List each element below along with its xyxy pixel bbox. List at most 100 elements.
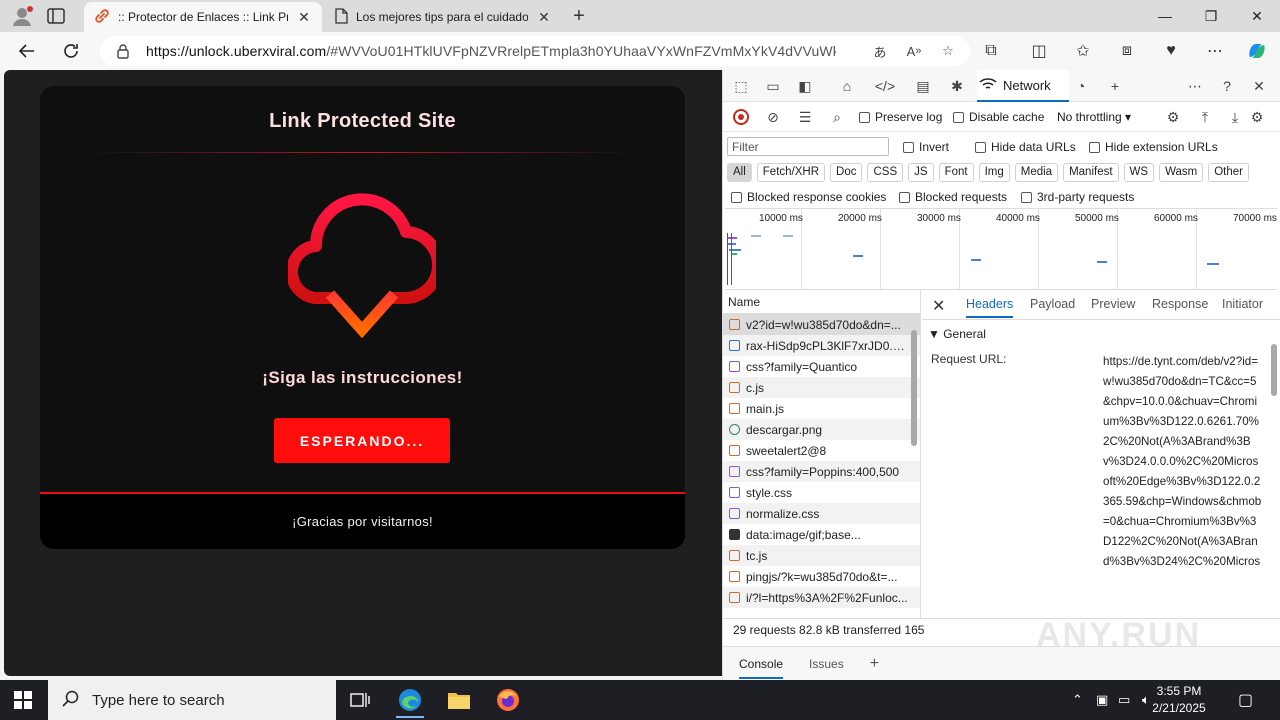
sources-bug-icon[interactable]: ✱ [947,77,967,95]
tab-headers[interactable]: Headers [966,297,1014,318]
export-har-icon[interactable]: ⤓ [1225,108,1245,126]
profile-icon[interactable] [10,5,34,27]
filter-ws[interactable]: WS [1123,162,1155,182]
close-details-icon[interactable]: ✕ [932,296,945,316]
minimize-icon[interactable]: — [1142,4,1188,28]
system-clock[interactable]: 3:55 PM 2/21/2025 [1140,683,1218,717]
filter-wasm[interactable]: Wasm [1159,162,1204,182]
hide-extension-urls-checkbox[interactable]: Hide extension URLs [1089,140,1218,154]
firefox-icon[interactable] [490,686,526,714]
request-row[interactable]: c.js [723,377,920,398]
windows-start-icon[interactable] [14,691,32,709]
refresh-icon[interactable] [58,39,84,63]
show-hidden-icons-icon[interactable]: ⌃ [1072,692,1083,708]
record-icon[interactable] [733,109,749,125]
name-column-header[interactable]: Name [723,290,920,314]
read-aloud-icon[interactable]: A» [904,41,924,61]
drawer-tab-console[interactable]: Console [739,657,784,679]
import-har-icon[interactable]: ⤒ [1195,108,1215,126]
search-icon[interactable]: ⌕ [827,108,847,126]
request-row[interactable]: data:image/gif;base... [723,524,920,545]
console-icon[interactable]: ▤ [913,77,933,95]
tab-payload[interactable]: Payload [1030,297,1075,311]
request-row[interactable]: v2?id=w!wu385d70do&dn=... [723,314,920,335]
favorite-star-icon[interactable]: ☆ [938,41,958,61]
back-icon[interactable] [14,39,40,63]
network-icon[interactable]: ▭ [1118,692,1130,708]
device-emulation-icon[interactable]: ▭ [763,77,783,95]
close-tab-icon[interactable]: ✕ [296,9,312,25]
close-tab-icon[interactable]: ✕ [536,9,552,25]
welcome-home-icon[interactable]: ⌂ [837,77,857,95]
copilot-icon[interactable] [1244,39,1270,63]
filter-media[interactable]: Media [1014,162,1059,182]
filter-fetch-xhr[interactable]: Fetch/XHR [756,162,826,182]
filter-img[interactable]: Img [978,162,1010,182]
throttling-select[interactable]: No throttling ▾ [1057,110,1131,124]
clear-icon[interactable]: ⊘ [763,108,783,126]
network-timeline-overview[interactable]: 10000 ms 20000 ms 30000 ms 40000 ms 5000… [725,208,1277,290]
split-screen-icon[interactable]: ◫ [1026,39,1052,63]
tab-actions-icon[interactable] [46,7,74,27]
collections-icon[interactable]: ⧈ [1114,39,1140,63]
task-view-icon[interactable] [342,686,378,714]
filter-font[interactable]: Font [938,162,974,182]
performance-icon[interactable]: ◔ [1071,77,1091,95]
dock-side-icon[interactable]: ◧ [795,77,815,95]
tab-response[interactable]: Response [1152,297,1208,311]
taskbar-search[interactable]: Type here to search [48,680,336,720]
request-row[interactable]: descargar.png [723,419,920,440]
browser-essentials-icon[interactable]: ♥ [1158,39,1184,63]
general-section-toggle[interactable]: ▼ General [928,327,986,341]
request-row[interactable]: tc.js [723,545,920,566]
restore-icon[interactable]: ❐ [1188,4,1234,28]
inspect-element-icon[interactable]: ⬚ [731,77,751,95]
request-row[interactable]: normalize.css [723,503,920,524]
filter-manifest[interactable]: Manifest [1063,162,1119,182]
disable-cache-checkbox[interactable]: Disable cache [953,110,1044,124]
tab-network[interactable]: Network [977,70,1069,102]
invert-checkbox[interactable]: Invert [903,140,949,154]
hide-data-urls-checkbox[interactable]: Hide data URLs [975,140,1076,154]
request-row[interactable]: pingjs/?k=wu385d70do&t=... [723,566,920,587]
settings-more-icon[interactable]: ⋯ [1202,39,1228,63]
tab-tips[interactable]: Los mejores tips para el cuidado de ✕ [324,2,562,32]
blocked-requests-checkbox[interactable]: Blocked requests [899,190,1007,204]
address-bar[interactable]: https://unlock.uberxviral.com/#WVVoU01HT… [100,36,970,66]
waiting-button[interactable]: ESPERANDO... [274,418,450,463]
request-row[interactable]: rax-HiSdp9cPL3KlF7xrJD0.w... [723,335,920,356]
network-conditions-icon[interactable]: ⚙ [1163,108,1183,126]
close-devtools-icon[interactable]: ✕ [1249,77,1269,95]
drawer-tab-issues[interactable]: Issues [809,657,844,671]
preserve-log-checkbox[interactable]: Preserve log [859,110,942,124]
new-tab-icon[interactable]: + [568,6,590,28]
request-row[interactable]: i/?l=https%3A%2F%2Funloc... [723,587,920,608]
more-options-icon[interactable]: ⋯ [1185,77,1205,95]
edge-browser-icon[interactable] [392,686,428,718]
filter-css[interactable]: CSS [867,162,904,182]
add-drawer-tab-icon[interactable]: + [870,655,879,673]
blocked-response-cookies-checkbox[interactable]: Blocked response cookies [731,190,886,204]
file-explorer-icon[interactable] [441,686,477,714]
details-scrollbar[interactable] [1271,344,1277,396]
request-row[interactable]: main.js [723,398,920,419]
more-tools-icon[interactable]: + [1105,77,1125,95]
third-party-requests-checkbox[interactable]: 3rd-party requests [1021,190,1134,204]
network-settings-gear-icon[interactable]: ⚙ [1247,108,1267,126]
filter-other[interactable]: Other [1208,162,1249,182]
close-window-icon[interactable]: ✕ [1234,4,1280,28]
lock-icon[interactable] [116,43,130,59]
request-row[interactable]: sweetalert2@8 [723,440,920,461]
filter-funnel-icon[interactable]: ☰ [795,108,815,126]
favorites-icon[interactable]: ✩ [1070,39,1096,63]
filter-input[interactable] [727,137,889,156]
tab-link-protector[interactable]: :: Protector de Enlaces :: Link Protecto… [84,2,322,32]
request-row[interactable]: css?family=Poppins:400,500 [723,461,920,482]
help-icon[interactable]: ? [1217,77,1237,95]
device-icon[interactable]: ▣ [1096,692,1108,708]
filter-all[interactable]: All [727,162,752,182]
elements-icon[interactable]: </> [875,77,895,95]
notifications-icon[interactable]: ▢ [1238,690,1253,710]
filter-doc[interactable]: Doc [830,162,863,182]
tab-preview[interactable]: Preview [1091,297,1135,311]
